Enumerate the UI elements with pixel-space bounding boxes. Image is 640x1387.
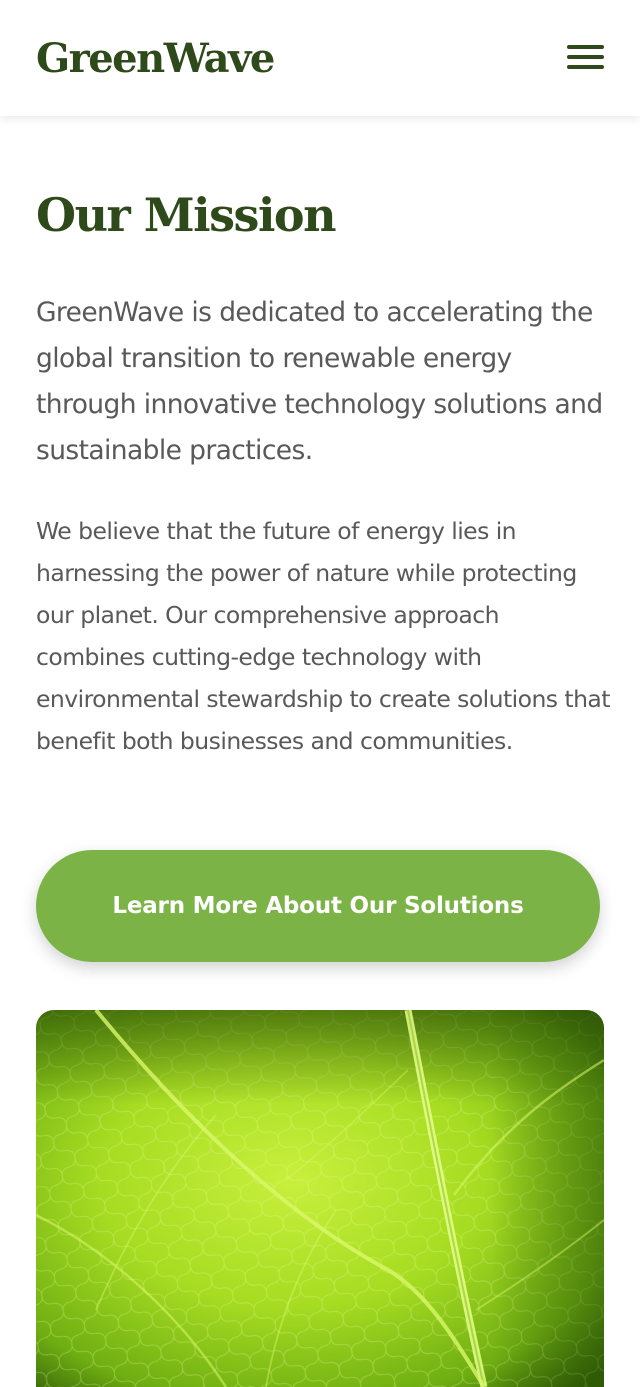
page-title: Our Mission (36, 188, 337, 242)
mission-lead-paragraph: GreenWave is dedicated to accelerating t… (36, 297, 603, 466)
menu-bar-bottom (567, 65, 604, 69)
menu-bar-middle (567, 55, 604, 59)
menu-bar-top (567, 45, 604, 49)
site-header: GreenWave (0, 0, 640, 116)
logo[interactable]: GreenWave (36, 34, 275, 84)
learn-more-button[interactable]: Learn More About Our Solutions (36, 850, 600, 962)
mission-section: Our Mission GreenWave is dedicated to ac… (0, 116, 640, 1387)
hamburger-menu-icon[interactable] (560, 40, 610, 78)
leaf-image (36, 1010, 604, 1387)
mission-body-paragraph: We believe that the future of energy lie… (36, 517, 611, 755)
